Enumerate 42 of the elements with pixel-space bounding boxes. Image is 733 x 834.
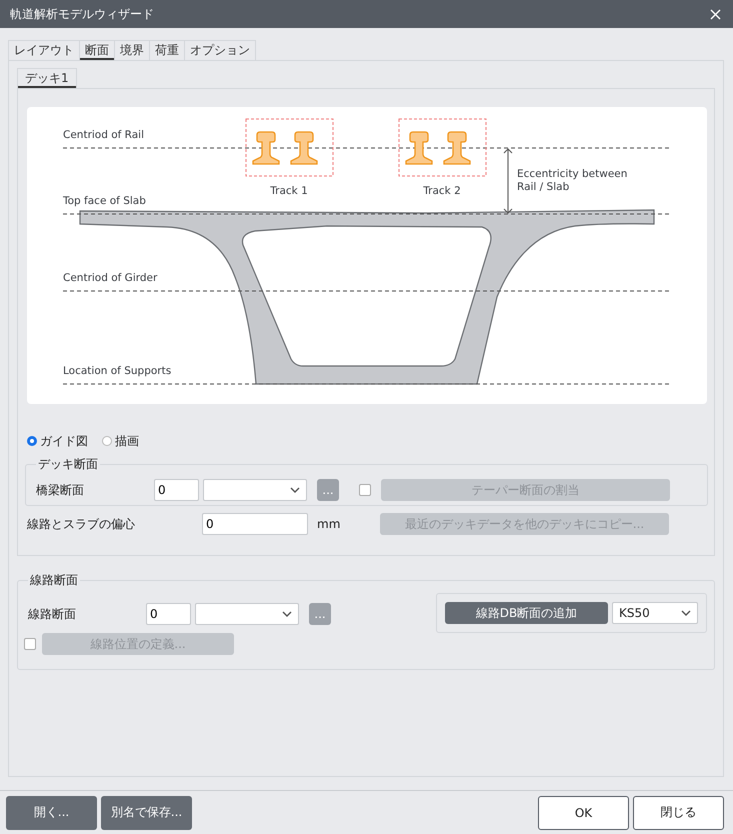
- footer-button[interactable]: 開く...: [6, 796, 97, 830]
- eccentricity-label: Eccentricity between Rail / Slab: [517, 168, 628, 193]
- checkbox[interactable]: [24, 638, 36, 650]
- reference-label: Top face of Slab: [63, 195, 146, 207]
- tab[interactable]: 断面: [79, 40, 115, 60]
- chevron-icon: [282, 611, 292, 617]
- track-label: Track 2: [423, 185, 461, 197]
- checkbox[interactable]: [359, 484, 371, 496]
- window-title: 軌道解析モデルウィザード: [10, 6, 154, 22]
- footer-button[interactable]: 閉じる: [633, 796, 724, 830]
- number-field[interactable]: 0: [146, 603, 191, 625]
- section-dropdown[interactable]: [203, 479, 307, 501]
- footer-button[interactable]: OK: [538, 796, 629, 830]
- number-field[interactable]: 0: [154, 479, 199, 501]
- tab[interactable]: オプション: [184, 40, 256, 60]
- tab[interactable]: レイアウト: [8, 40, 80, 60]
- group-title: 線路断面: [29, 572, 79, 589]
- radio-option[interactable]: 描画: [102, 432, 139, 450]
- add-db-section-button[interactable]: 線路DB断面の追加: [445, 602, 608, 624]
- chevron-icon: [681, 610, 691, 616]
- field-label: 線路とスラブの偏心: [27, 516, 136, 532]
- unit-label: mm: [316, 517, 342, 531]
- deck-tab[interactable]: デッキ1: [17, 68, 77, 88]
- footer-button[interactable]: 別名で保存...: [101, 796, 192, 830]
- dimension-arrow: [504, 148, 512, 214]
- section-dropdown[interactable]: [195, 603, 299, 625]
- reference-label: Location of Supports: [63, 365, 172, 377]
- group-title: デッキ断面: [37, 456, 99, 473]
- field-label: 橋梁断面: [36, 482, 85, 498]
- track-label: Track 1: [270, 185, 308, 197]
- chevron-icon: [290, 487, 300, 493]
- radio-option[interactable]: ガイド図: [27, 432, 88, 450]
- reference-label: Centriod of Girder: [63, 272, 158, 284]
- rail-type-dropdown[interactable]: KS50: [612, 602, 698, 624]
- close-icon[interactable]: [710, 8, 721, 20]
- rail-icon: [405, 131, 433, 165]
- rail-icon: [443, 131, 471, 165]
- eccentricity-field[interactable]: 0: [202, 513, 308, 535]
- field-label: 線路断面: [28, 606, 77, 622]
- rail-icon: [252, 131, 280, 165]
- rail-icon: [290, 131, 318, 165]
- reference-label: Centriod of Rail: [63, 129, 144, 141]
